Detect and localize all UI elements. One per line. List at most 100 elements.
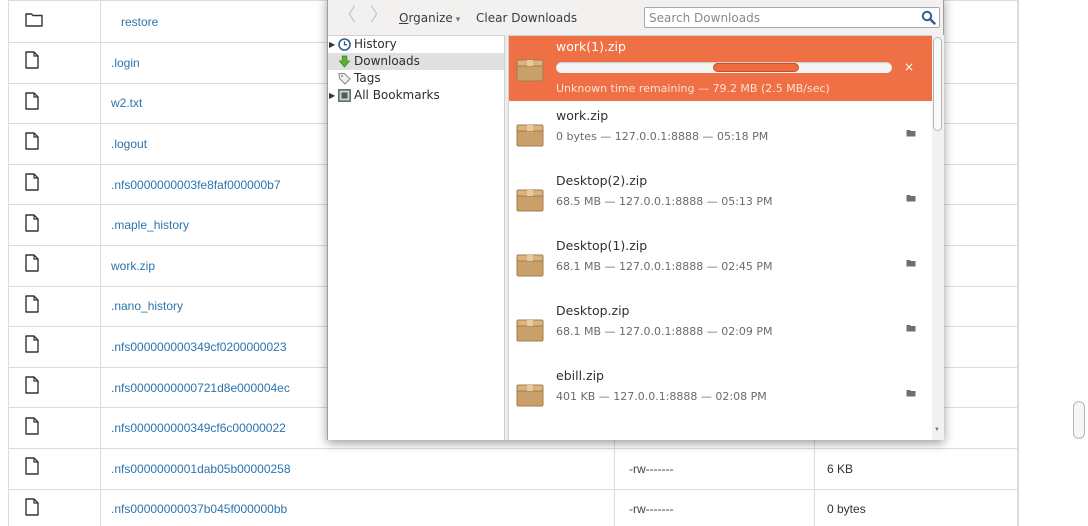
- download-item[interactable]: [509, 426, 932, 440]
- file-name-cell: .nfs00000000037b045f000000bb: [100, 488, 615, 526]
- expander-triangle-icon[interactable]: ▶: [329, 87, 335, 104]
- page-scrollbar-thumb[interactable]: [1073, 401, 1085, 439]
- download-name: work.zip: [556, 108, 609, 123]
- download-list: work(1).zip Unknown time remaining — 79.2…: [509, 35, 932, 440]
- file-icon: [25, 416, 39, 439]
- chevron-down-icon: ▾: [455, 15, 461, 25]
- file-icon: [25, 295, 39, 317]
- file-icon-cell: [8, 42, 101, 84]
- file-icon: [25, 213, 39, 236]
- file-size: 0 bytes: [814, 488, 1018, 526]
- file-icon-cell: [8, 123, 101, 165]
- sidebar-item-tags[interactable]: Tags: [328, 70, 504, 87]
- sidebar-item-history[interactable]: ▶ History: [328, 36, 504, 53]
- file-name-link[interactable]: restore: [121, 15, 158, 29]
- file-icon-cell: [8, 326, 101, 368]
- file-name-link[interactable]: .nfs00000000037b045f000000bb: [111, 502, 287, 516]
- download-status: 401 KB — 127.0.0.1:8888 — 02:08 PM: [556, 390, 767, 403]
- download-item[interactable]: work(1).zip Unknown time remaining — 79.2…: [509, 36, 932, 101]
- library-toolbar: 〈 〉 Organize ▾ Clear Downloads: [328, 0, 943, 35]
- file-name-link[interactable]: .nfs0000000003fe8faf000000b7: [111, 178, 281, 192]
- file-name-link[interactable]: work.zip: [111, 259, 155, 273]
- file-icon-cell: [8, 244, 101, 287]
- organize-label: rganize: [408, 11, 453, 25]
- file-icon-cell: [8, 82, 101, 125]
- scrollbar-thumb[interactable]: [933, 37, 942, 131]
- download-name: Desktop.zip: [556, 303, 630, 318]
- file-icon-cell: [8, 366, 101, 409]
- download-item[interactable]: work.zip 0 bytes — 127.0.0.1:8888 — 05:18…: [509, 101, 932, 166]
- file-icon-cell: [8, 488, 101, 526]
- expander-triangle-icon[interactable]: ▶: [329, 36, 335, 53]
- archive-box-icon: [516, 124, 544, 147]
- forward-button[interactable]: 〉: [370, 6, 388, 26]
- download-item[interactable]: Desktop(2).zip 68.5 MB — 127.0.0.1:8888 —…: [509, 166, 932, 231]
- file-icon-cell: [8, 285, 101, 328]
- file-icon-cell: [8, 163, 101, 206]
- search-icon[interactable]: [921, 10, 936, 25]
- file-icon: [25, 254, 39, 276]
- scroll-down-arrow-icon[interactable]: ▼: [934, 427, 940, 433]
- file-name-link[interactable]: .logout: [111, 137, 147, 151]
- sidebar-item-label: Tags: [354, 71, 381, 85]
- file-name-link[interactable]: .nfs000000000349cf6c00000022: [111, 421, 286, 435]
- open-folder-icon[interactable]: [906, 324, 916, 332]
- progress-indicator: [713, 63, 799, 72]
- open-folder-icon[interactable]: [906, 129, 916, 137]
- file-size: 6 KB: [814, 447, 1018, 490]
- download-status: 68.5 MB — 127.0.0.1:8888 — 05:13 PM: [556, 195, 773, 208]
- download-progress-bar: [556, 62, 892, 73]
- sidebar-item-label: Downloads: [354, 54, 420, 68]
- clear-downloads-button[interactable]: Clear Downloads: [476, 11, 577, 25]
- library-window: 〈 〉 Organize▾ Clear Downloads ▶ History Do…: [327, 0, 944, 440]
- sidebar-item-label: History: [354, 37, 397, 51]
- sidebar-item-downloads[interactable]: Downloads: [328, 53, 504, 70]
- cancel-download-icon[interactable]: ×: [904, 58, 914, 76]
- download-list-scrollbar[interactable]: ▼: [932, 35, 944, 440]
- library-sidebar: ▶ History Downloads Tags ▶ All Bookmarks: [328, 35, 504, 440]
- back-button[interactable]: 〈: [338, 6, 356, 26]
- file-icon-cell: [8, 407, 101, 449]
- open-folder-icon[interactable]: [906, 259, 916, 267]
- file-icon: [25, 173, 39, 195]
- organize-menu-button[interactable]: Organize ▾: [399, 11, 460, 25]
- folder-icon: [25, 12, 43, 31]
- download-name: Desktop(2).zip: [556, 173, 648, 188]
- file-row: .nfs0000000001dab05b00000258 -rw------- 6 …: [8, 447, 1018, 490]
- file-name-link[interactable]: w2.txt: [111, 96, 142, 110]
- file-name-link[interactable]: .nfs0000000000721d8e000004ec: [111, 381, 290, 395]
- file-icon-cell: [8, 0, 101, 43]
- file-icon: [25, 498, 39, 520]
- download-item[interactable]: Desktop(1).zip 68.1 MB — 127.0.0.1:8888 —…: [509, 231, 932, 296]
- download-item[interactable]: Desktop.zip 68.1 MB — 127.0.0.1:8888 — 02…: [509, 296, 932, 361]
- page-divider: [1018, 0, 1019, 526]
- file-name-link[interactable]: .maple_history: [111, 218, 189, 232]
- file-icon: [25, 457, 39, 479]
- file-name-link[interactable]: .nano_history: [111, 299, 183, 313]
- download-name: work(1).zip: [556, 39, 626, 54]
- file-icon: [25, 335, 39, 357]
- file-icon: [25, 92, 39, 114]
- file-icon-cell: [8, 204, 101, 246]
- download-status: 68.1 MB — 127.0.0.1:8888 — 02:09 PM: [556, 325, 773, 338]
- search-input[interactable]: [649, 8, 909, 27]
- archive-box-icon: [516, 254, 544, 277]
- file-name-link[interactable]: .nfs0000000001dab05b00000258: [111, 462, 291, 476]
- file-permissions: -rw-------: [614, 488, 815, 526]
- archive-box-icon: [516, 189, 544, 212]
- open-folder-icon[interactable]: [906, 194, 916, 202]
- file-name-link[interactable]: .nfs000000000349cf0200000023: [111, 340, 287, 354]
- download-name: Desktop(1).zip: [556, 238, 648, 253]
- file-icon: [25, 376, 39, 398]
- file-icon: [25, 132, 39, 154]
- file-permissions: -rw-------: [614, 447, 815, 490]
- download-status: 68.1 MB — 127.0.0.1:8888 — 02:45 PM: [556, 260, 773, 273]
- download-item[interactable]: ebill.zip 401 KB — 127.0.0.1:8888 — 02:08…: [509, 361, 932, 426]
- download-status: 0 bytes — 127.0.0.1:8888 — 05:18 PM: [556, 130, 769, 143]
- archive-box-icon: [516, 319, 544, 342]
- file-name-link[interactable]: .login: [111, 56, 140, 70]
- archive-box-icon: [516, 384, 544, 407]
- sidebar-item-all-bookmarks[interactable]: ▶ All Bookmarks: [328, 87, 504, 104]
- file-icon-cell: [8, 447, 101, 490]
- open-folder-icon[interactable]: [906, 389, 916, 397]
